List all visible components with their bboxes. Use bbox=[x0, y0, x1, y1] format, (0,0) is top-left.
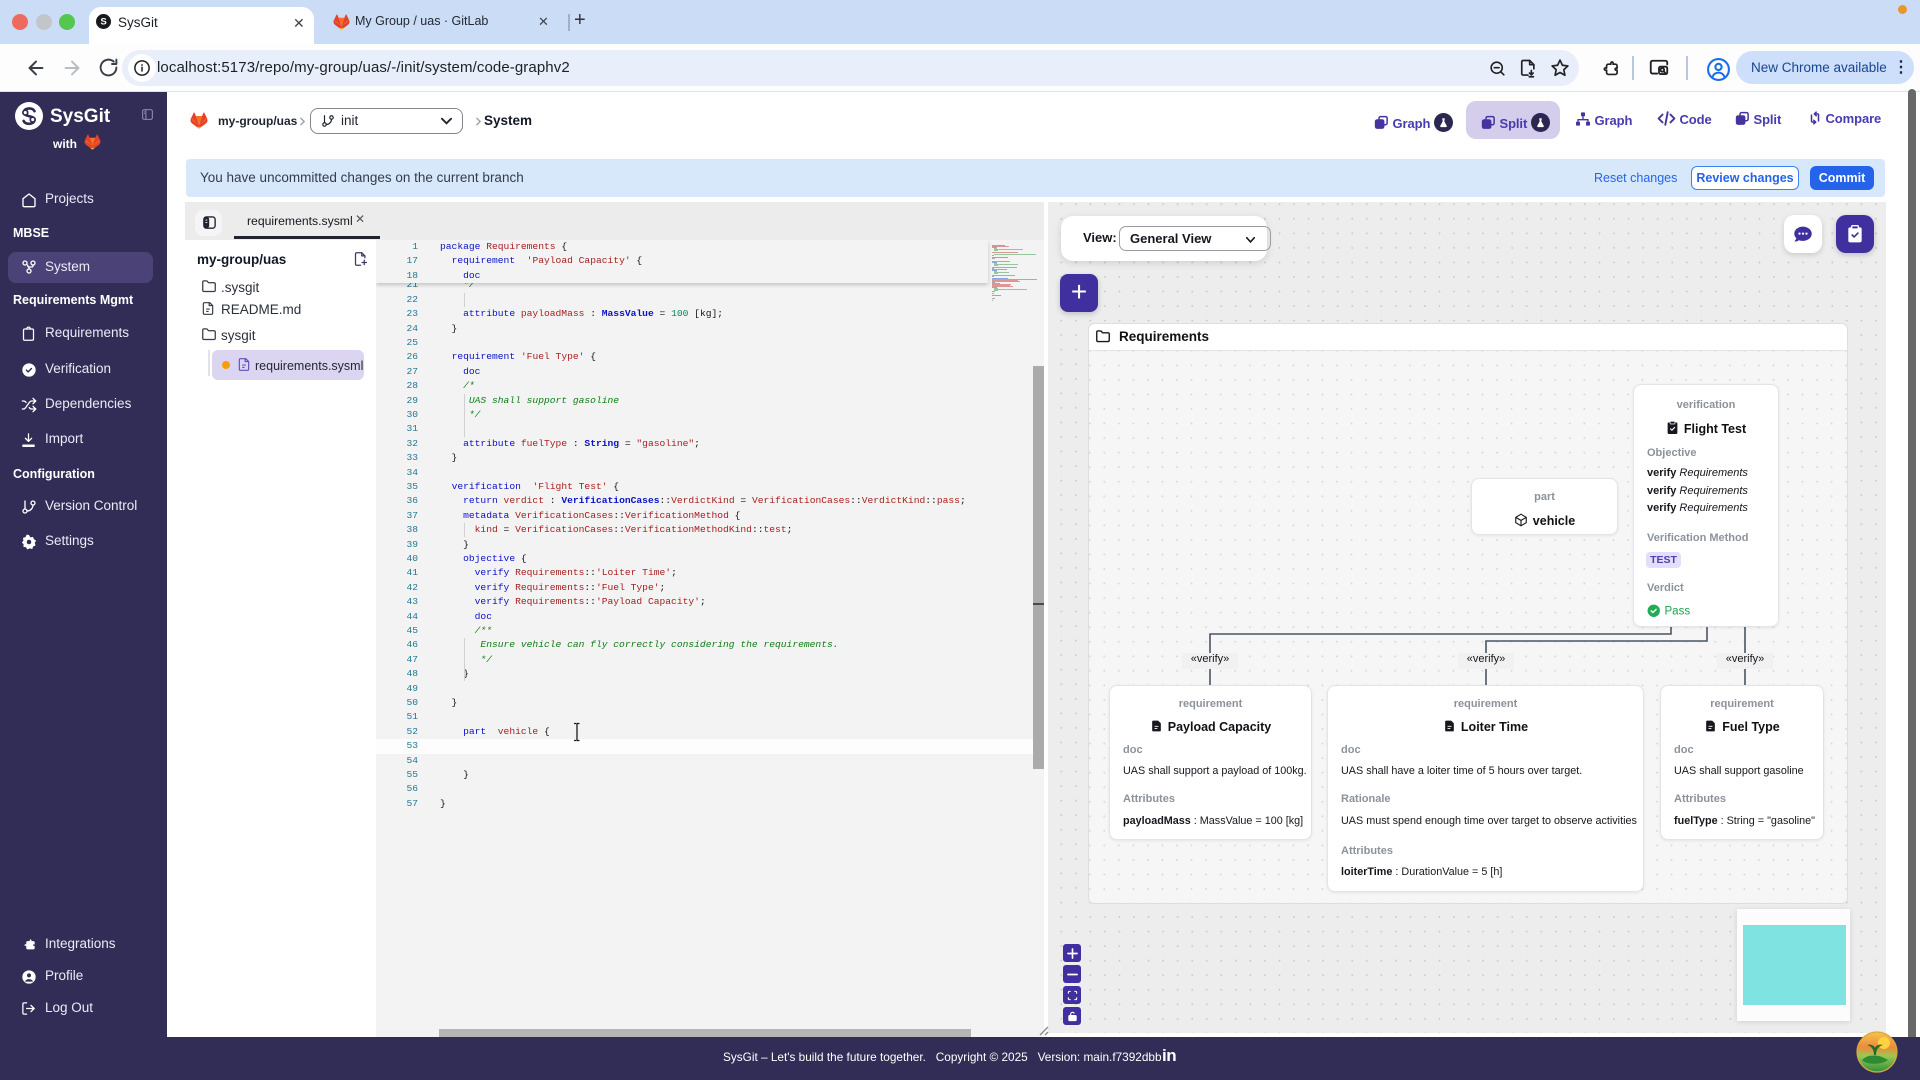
svg-text:S: S bbox=[100, 17, 106, 28]
